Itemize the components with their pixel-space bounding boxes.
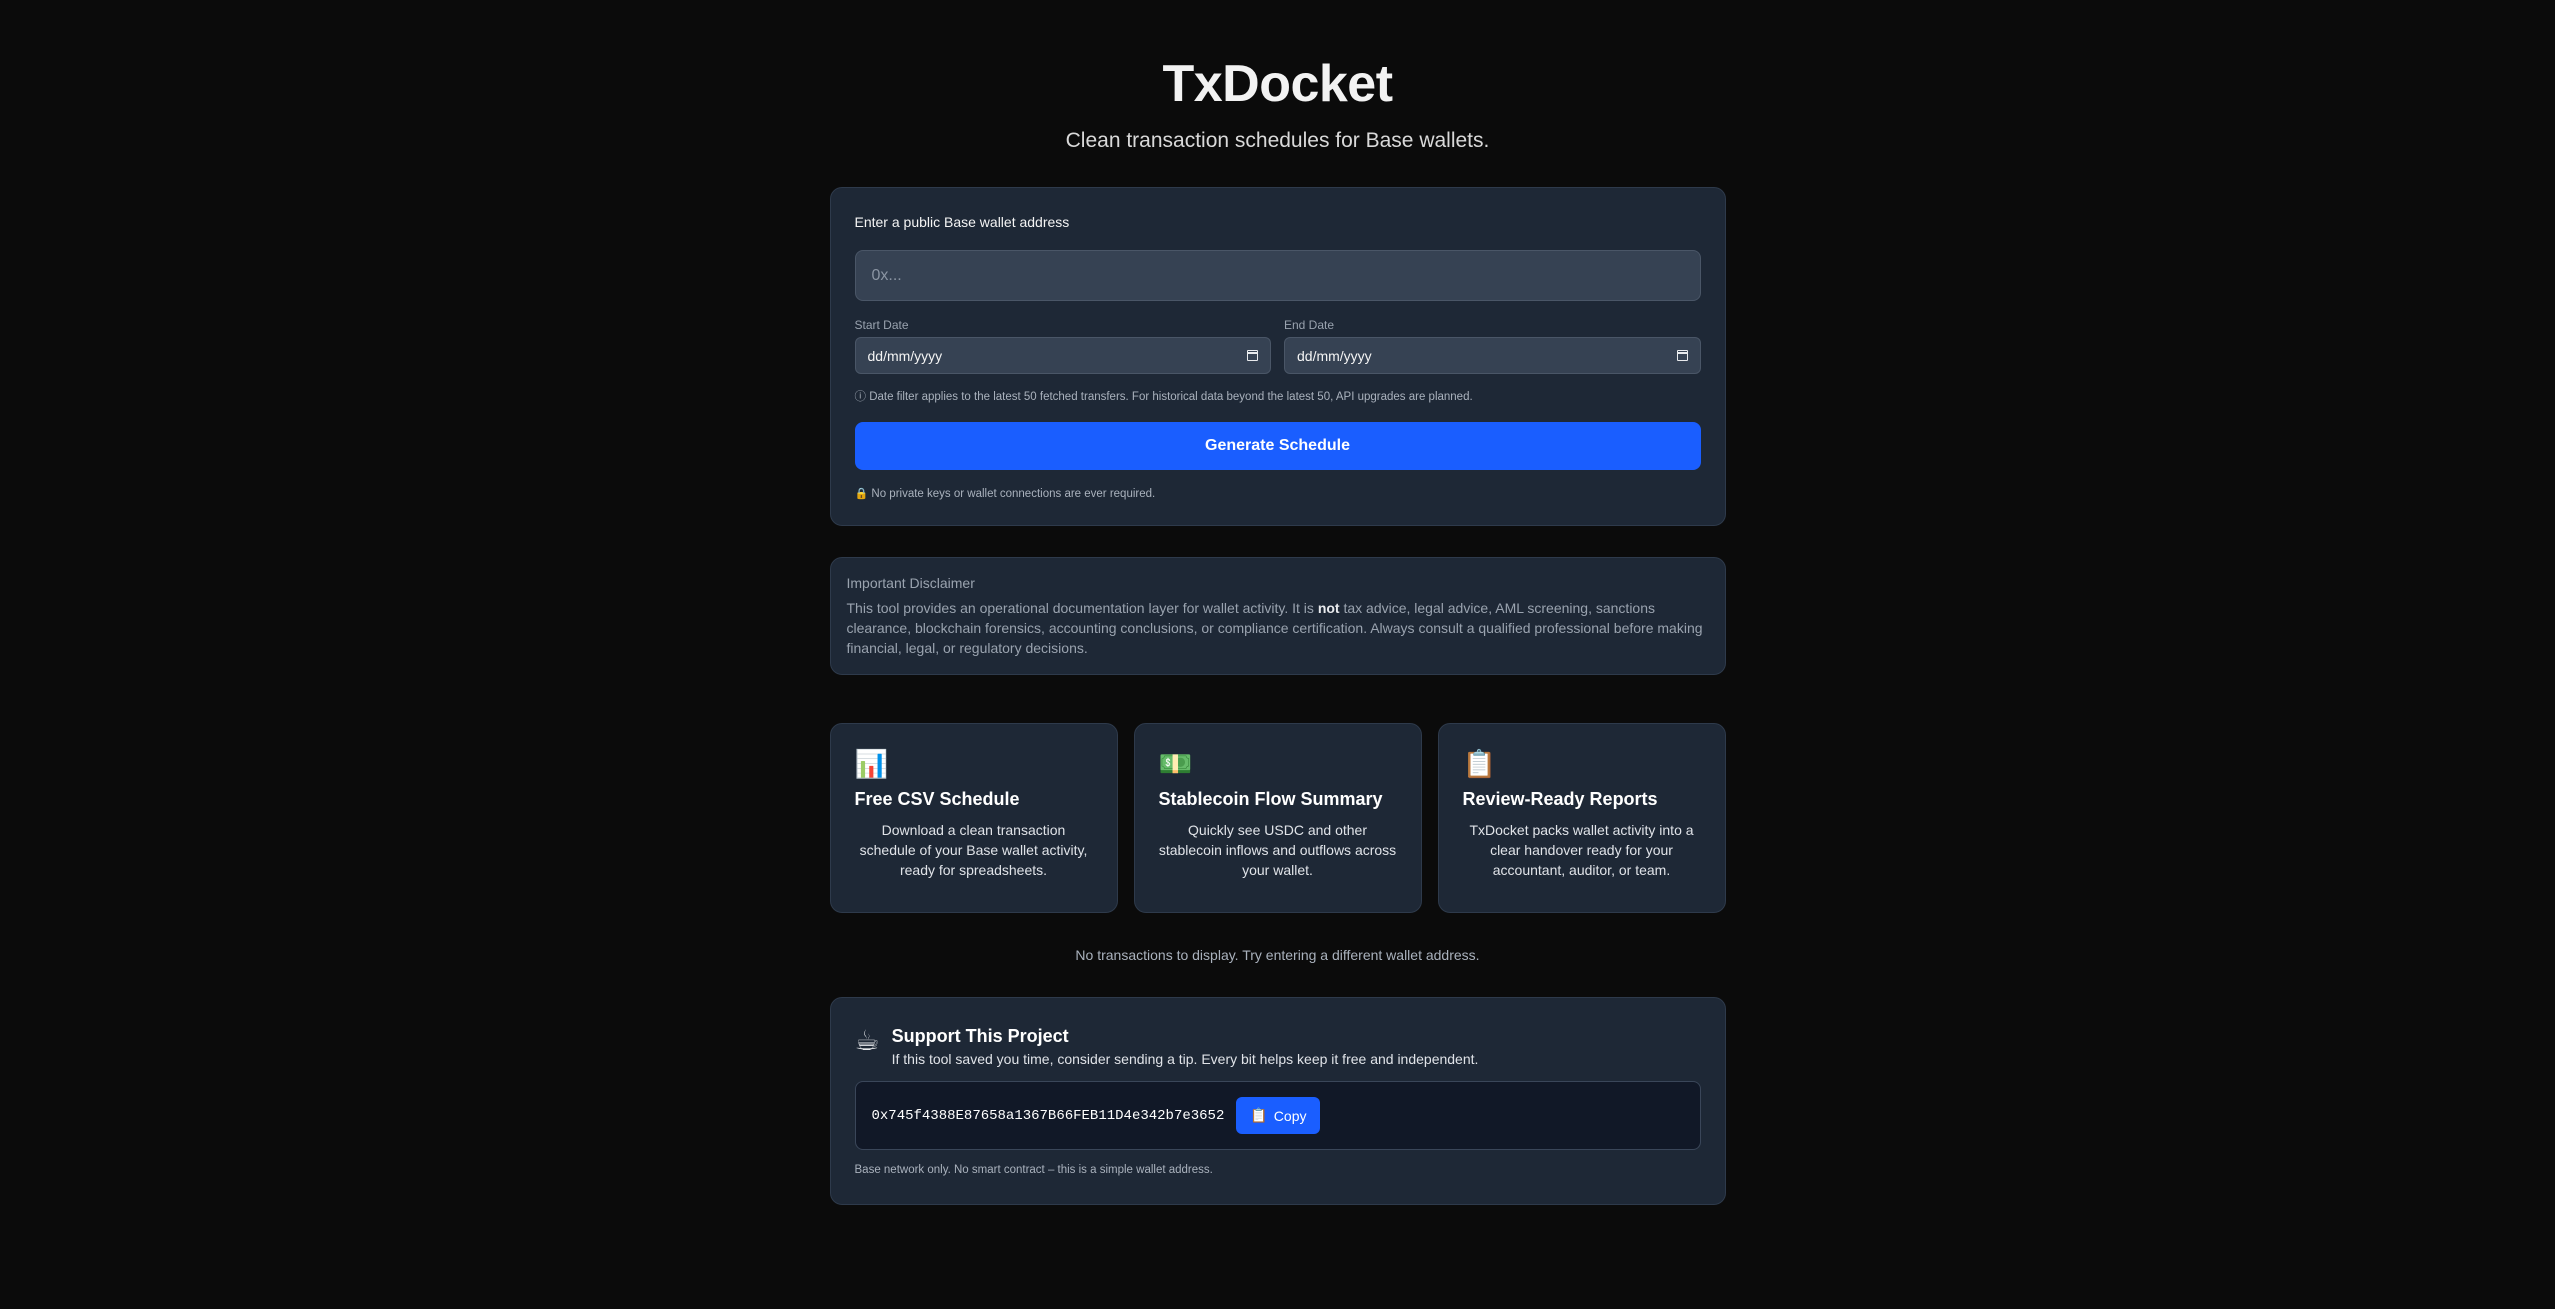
empty-results-message: No transactions to display. Try entering…	[1075, 947, 1480, 963]
feature-title: Review-Ready Reports	[1462, 789, 1658, 809]
start-date-group: Start Date dd/mm/yyyy	[854, 318, 1271, 374]
start-date-input[interactable]: dd/mm/yyyy	[854, 337, 1271, 374]
feature-description: Download a clean transaction schedule of…	[859, 822, 1088, 878]
support-card: ☕ Support This Project If this tool save…	[829, 997, 1726, 1205]
feature-description: Quickly see USDC and other stablecoin in…	[1158, 822, 1397, 878]
date-range-row: Start Date dd/mm/yyyy End Date dd/mm/yyy…	[854, 318, 1701, 374]
tip-wallet-address[interactable]: 0x745f4388E87658a1367B66FEB11D4e342b7e36…	[872, 1108, 1225, 1124]
generate-schedule-button[interactable]: Generate Schedule	[854, 422, 1701, 470]
feature-card-stablecoin: 💵 Stablecoin Flow Summary Quickly see US…	[1133, 723, 1422, 913]
disclaimer-text: This tool provides an operational docume…	[847, 598, 1709, 658]
clipboard-icon: 📋	[1462, 749, 1497, 779]
end-date-value: dd/mm/yyyy	[1297, 347, 1372, 364]
bar-chart-icon: 📊	[854, 749, 889, 779]
dollar-banknote-icon: 💵	[1158, 749, 1193, 779]
disclaimer-card: Important Disclaimer This tool provides …	[829, 557, 1726, 675]
privacy-note: 🔒 No private keys or wallet connections …	[855, 487, 1701, 501]
calendar-icon[interactable]	[1247, 350, 1258, 361]
lock-icon: 🔒	[854, 488, 869, 500]
end-date-input[interactable]: dd/mm/yyyy	[1284, 337, 1701, 374]
disclaimer-title: Important Disclaimer	[846, 575, 975, 591]
support-header: ☕ Support This Project If this tool save…	[855, 1022, 1701, 1068]
page-title: TxDocket	[1162, 55, 1393, 113]
end-date-group: End Date dd/mm/yyyy	[1284, 318, 1701, 374]
support-subtitle: If this tool saved you time, consider se…	[891, 1051, 1479, 1067]
page-subtitle: Clean transaction schedules for Base wal…	[1065, 129, 1490, 152]
wallet-address-input[interactable]	[854, 250, 1701, 301]
copy-button-label: Copy	[1273, 1107, 1307, 1124]
feature-card-reports: 📋 Review-Ready Reports TxDocket packs wa…	[1437, 723, 1726, 913]
feature-description: TxDocket packs wallet activity into a cl…	[1469, 822, 1694, 878]
date-filter-note: ⓘ Date filter applies to the latest 50 f…	[854, 391, 1473, 403]
clipboard-icon: 📋	[1250, 1107, 1268, 1123]
end-date-label: End Date	[1284, 318, 1335, 332]
coffee-icon: ☕	[854, 1025, 880, 1056]
feature-cards: 📊 Free CSV Schedule Download a clean tra…	[829, 723, 1726, 913]
privacy-note-text: No private keys or wallet connections ar…	[871, 488, 1156, 500]
start-date-value: dd/mm/yyyy	[867, 347, 943, 364]
support-footnote: Base network only. No smart contract – t…	[854, 1164, 1213, 1176]
start-date-label: Start Date	[854, 318, 909, 332]
wallet-address-label: Enter a public Base wallet address	[854, 214, 1070, 230]
schedule-form-card: Enter a public Base wallet address Start…	[829, 187, 1726, 526]
copy-address-button[interactable]: 📋 Copy	[1236, 1097, 1321, 1134]
calendar-icon[interactable]	[1676, 350, 1688, 361]
disclaimer-text-part: This tool provides an operational docume…	[846, 600, 1318, 616]
support-title: Support This Project	[891, 1026, 1069, 1046]
page-container: TxDocket Clean transaction schedules for…	[829, 54, 1726, 1205]
disclaimer-emphasis: not	[1317, 600, 1340, 616]
feature-card-csv: 📊 Free CSV Schedule Download a clean tra…	[829, 723, 1118, 913]
feature-title: Stablecoin Flow Summary	[1158, 789, 1383, 809]
tip-address-box: 0x745f4388E87658a1367B66FEB11D4e342b7e36…	[854, 1081, 1701, 1150]
feature-title: Free CSV Schedule	[854, 789, 1020, 809]
